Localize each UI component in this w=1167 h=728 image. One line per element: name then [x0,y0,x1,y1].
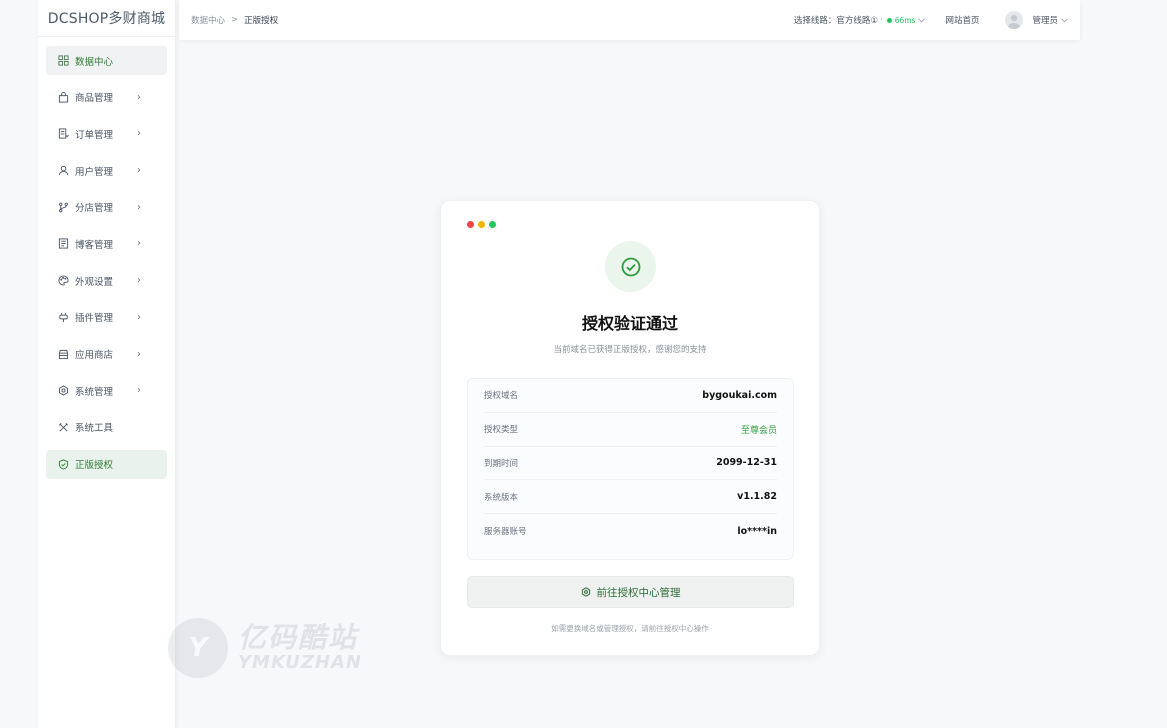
info-value: v1.1.82 [737,491,777,503]
watermark-cn: 亿码酷站 [238,621,359,654]
order-list-icon [57,128,69,140]
info-row-version: 系统版本 v1.1.82 [484,480,777,515]
line-label: 选择线路：官方线路① [793,16,878,26]
breadcrumb-item-license: 正版授权 [244,16,279,26]
watermark-text: 亿码酷站 YMKUZHAN [238,623,362,673]
red-dot-icon [467,221,474,228]
button-label: 前往授权中心管理 [596,586,681,599]
info-value: 2099-12-31 [716,457,777,469]
sidebar-item-label: 商品管理 [75,93,114,105]
info-value: bygoukai.com [702,389,777,401]
sidebar-item-data-center[interactable]: 数据中心 [46,46,167,75]
sidebar-item-blog[interactable]: 博客管理 › [46,229,167,258]
chevron-right-icon: › [137,348,141,360]
branch-icon [57,201,69,213]
ping-value: 66ms [894,15,916,25]
page-title: 授权验证通过 [581,314,678,333]
app-logo[interactable]: DCSHOP多财商城 [38,0,175,37]
shopping-bag-icon [57,91,69,103]
chevron-right-icon: › [137,165,141,177]
info-row-expiry: 到期时间 2099-12-31 [484,447,777,481]
check-circle-icon [621,257,640,276]
info-key: 服务器账号 [484,527,527,538]
sidebar-item-label: 用户管理 [75,166,114,178]
sidebar-menu: 数据中心 商品管理 › 订单管理 › 用户管理 › 分店管理 › 博客管理 › … [38,37,175,479]
green-dot-icon [489,221,496,228]
sidebar-item-label: 分店管理 [75,203,114,215]
info-key: 系统版本 [484,492,519,503]
header-right: 选择线路：官方线路① · 66ms 网站首页 管理员 [794,11,1068,29]
store-icon [57,348,69,360]
sidebar-item-label: 外观设置 [75,276,114,288]
watermark: Y 亿码酷站 YMKUZHAN [168,618,362,678]
sidebar-item-branches[interactable]: 分店管理 › [46,193,167,222]
watermark-logo-icon: Y [168,618,228,678]
breadcrumb-item-data-center[interactable]: 数据中心 [191,14,225,26]
sidebar-item-app-store[interactable]: 应用商店 › [46,340,167,369]
breadcrumb-separator: > [231,15,239,25]
sidebar-item-plugins[interactable]: 插件管理 › [46,303,167,332]
sidebar-item-system[interactable]: 系统管理 › [46,376,167,405]
sidebar-item-label: 系统工具 [75,423,114,435]
line-separator: · [880,15,883,25]
plugin-icon [57,311,69,323]
sidebar-item-label: 插件管理 [75,313,114,325]
top-header: 数据中心 > 正版授权 选择线路：官方线路① · 66ms 网站首页 管理员 [179,0,1080,40]
chevron-right-icon: › [137,275,141,287]
admin-name: 管理员 [1032,16,1058,26]
user-icon [57,165,69,177]
sidebar-item-license[interactable]: 正版授权 [46,449,167,479]
footnote: 如需更换域名或管理授权，请前往授权中心操作 [551,624,709,633]
dashboard-icon [57,55,69,67]
breadcrumb: 数据中心 > 正版授权 [191,14,278,26]
sidebar-item-tools[interactable]: 系统工具 [46,413,167,442]
sidebar-item-label: 订单管理 [75,129,114,141]
info-row-domain: 授权域名 bygoukai.com [484,379,777,413]
gear-icon [581,587,590,597]
chevron-right-icon: › [137,238,141,250]
info-row-type: 授权类型 至尊会员 [484,413,777,447]
shield-check-icon [57,458,69,470]
palette-icon [57,275,69,287]
info-value: 至尊会员 [740,425,777,436]
sidebar-item-products[interactable]: 商品管理 › [46,83,167,112]
sidebar-item-orders[interactable]: 订单管理 › [46,119,167,148]
license-card: 授权验证通过 当前域名已获得正版授权，感谢您的支持 授权域名 bygoukai.… [440,200,820,656]
chevron-right-icon: › [137,91,141,103]
info-key: 到期时间 [484,458,519,469]
chevron-right-icon: › [137,128,141,140]
chevron-right-icon: › [137,385,141,397]
document-icon [57,238,69,250]
line-selector[interactable]: 选择线路：官方线路① · 66ms [794,14,926,26]
info-value: lo****in [737,525,777,537]
sidebar-item-label: 正版授权 [75,460,114,472]
sidebar-item-label: 系统管理 [75,386,114,398]
watermark-en: YMKUZHAN [238,652,362,673]
sidebar-item-label: 博客管理 [75,239,114,251]
sidebar-item-label: 应用商店 [75,350,114,361]
info-key: 授权域名 [484,391,519,402]
go-license-center-button[interactable]: 前往授权中心管理 [467,576,794,608]
sidebar-item-users[interactable]: 用户管理 › [46,156,167,185]
license-info-table: 授权域名 bygoukai.com 授权类型 至尊会员 到期时间 2099-12… [467,378,794,560]
sidebar: DCSHOP多财商城 数据中心 商品管理 › 订单管理 › 用户管理 › 分店管… [38,0,176,728]
info-row-account: 服务器账号 lo****in [484,514,777,548]
yellow-dot-icon [478,221,485,228]
chevron-right-icon: › [137,201,141,213]
chevron-right-icon: › [137,311,141,323]
page-subtitle: 当前域名已获得正版授权，感谢您的支持 [553,345,707,355]
sidebar-item-label: 数据中心 [75,56,114,68]
gear-icon [57,385,69,397]
tools-icon [57,421,69,433]
success-badge [605,241,656,292]
avatar [1005,11,1024,29]
window-dots [467,221,496,228]
info-key: 授权类型 [484,425,519,436]
sidebar-item-appearance[interactable]: 外观设置 › [46,266,167,295]
chevron-down-icon [1061,16,1068,25]
chevron-down-icon [918,16,926,25]
status-dot-icon [886,17,892,23]
site-home-link[interactable]: 网站首页 [945,14,979,26]
admin-menu[interactable]: 管理员 [1005,11,1068,29]
